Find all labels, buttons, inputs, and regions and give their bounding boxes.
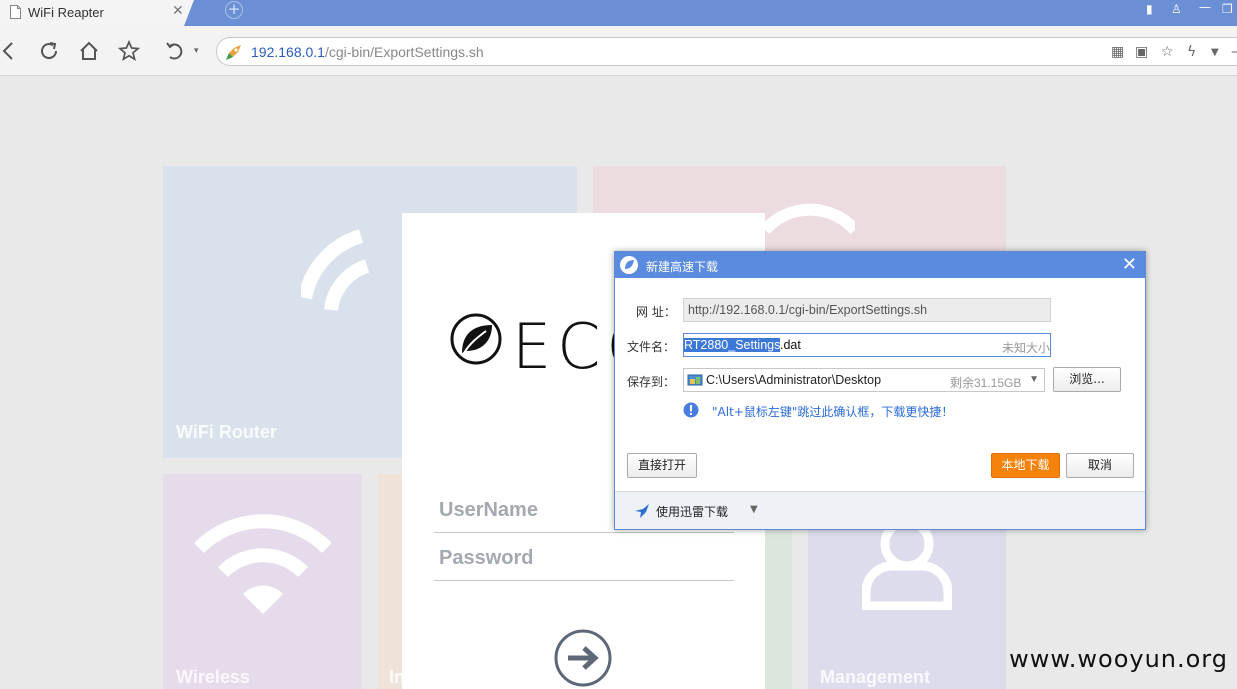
url-text[interactable]: 192.168.0.1/cgi-bin/ExportSettings.sh <box>251 44 484 60</box>
back-icon[interactable] <box>0 40 22 62</box>
address-bar[interactable]: 192.168.0.1/cgi-bin/ExportSettings.sh ▦ … <box>216 37 1237 66</box>
wifi-arc-icon <box>765 203 855 235</box>
free-space-text: 剩余31.15GB <box>950 376 1022 390</box>
xunlei-download-option[interactable]: 使用迅雷下载 <box>656 503 728 520</box>
xunlei-dropdown-icon[interactable]: ▼ <box>750 504 758 515</box>
saveto-dropdown-icon[interactable]: ▼ <box>1029 374 1039 385</box>
skin-icon[interactable]: ▮ <box>1146 2 1153 16</box>
tile-label-wifi-router: WiFi Router <box>176 422 277 442</box>
browse-button[interactable]: 浏览... <box>1053 367 1121 392</box>
password-placeholder: Password <box>439 547 534 569</box>
reader-mode-icon[interactable]: ▣ <box>1135 44 1148 60</box>
undo-icon[interactable] <box>164 40 186 62</box>
tile-label-management: Management <box>820 667 931 687</box>
address-more-icon[interactable]: – <box>1231 44 1237 60</box>
favorite-star-icon[interactable] <box>118 40 140 62</box>
filename-label: 文件名： <box>627 340 676 354</box>
download-url-field: http://192.168.0.1/cgi-bin/ExportSetting… <box>683 298 1051 322</box>
login-arrow-icon[interactable] <box>552 627 614 689</box>
username-placeholder: UserName <box>439 499 538 521</box>
reload-icon[interactable] <box>38 40 60 62</box>
bookmark-star-icon[interactable]: ☆ <box>1161 44 1174 60</box>
eco-leaf-logo-icon <box>450 313 502 365</box>
qr-code-icon[interactable]: ▦ <box>1111 44 1124 60</box>
saveto-path: C:\Users\Administrator\Desktop <box>706 373 882 387</box>
browser-tab[interactable]: WiFi Reapter ✕ <box>0 0 194 26</box>
navigation-toolbar: ▾ 192.168.0.1/cgi-bin/ExportSettings.sh … <box>0 26 1237 76</box>
new-tab-icon[interactable]: + <box>225 1 243 19</box>
page-icon <box>10 5 21 19</box>
desktop-folder-icon <box>687 374 703 386</box>
filename-input[interactable]: RT2880_Settings .dat 未知大小 <box>683 333 1051 357</box>
open-direct-button[interactable]: 直接打开 <box>627 453 697 478</box>
lightning-icon[interactable]: ϟ <box>1187 44 1196 60</box>
saveto-select[interactable]: C:\Users\Administrator\Desktop 剩余31.15GB… <box>683 368 1045 392</box>
home-icon[interactable] <box>78 40 100 62</box>
watermark: www.wooyun.org <box>1009 645 1228 673</box>
download-url-value: http://192.168.0.1/cgi-bin/ExportSetting… <box>688 303 928 317</box>
dialog-close-icon[interactable]: ✕ <box>1122 254 1137 275</box>
dialog-titlebar[interactable]: 新建高速下载 ✕ <box>615 252 1145 278</box>
tile-label-wireless: Wireless <box>176 667 250 687</box>
tab-strip: WiFi Reapter ✕ + ▮ ♙ — ❐ <box>0 0 1237 26</box>
url-label: 网 址： <box>636 305 676 319</box>
filename-extension: .dat <box>780 338 801 352</box>
undo-dropdown-icon[interactable]: ▾ <box>194 46 199 56</box>
browser-logo-icon <box>620 256 638 274</box>
dialog-footer: 使用迅雷下载 ▼ <box>615 491 1145 529</box>
tile-wireless[interactable]: Wireless <box>163 474 362 689</box>
download-dialog: 新建高速下载 ✕ 网 址： http://192.168.0.1/cgi-bin… <box>614 251 1146 530</box>
filesize-text: 未知大小 <box>1001 341 1050 355</box>
saveto-label: 保存到： <box>627 375 676 389</box>
tab-close-icon[interactable]: ✕ <box>172 3 184 19</box>
minimize-icon[interactable]: — <box>1199 0 1211 14</box>
filename-selected-text: RT2880_Settings <box>684 338 781 352</box>
wireless-icon <box>195 514 331 614</box>
info-icon <box>683 402 699 418</box>
local-download-button[interactable]: 本地下载 <box>991 453 1060 478</box>
shirt-icon[interactable]: ♙ <box>1171 2 1182 16</box>
dialog-title: 新建高速下载 <box>646 260 719 274</box>
xunlei-bird-icon <box>635 504 649 518</box>
tab-title: WiFi Reapter <box>28 5 104 20</box>
restore-icon[interactable]: ❐ <box>1222 2 1233 16</box>
shortcut-hint: "Alt+鼠标左键"跳过此确认框，下载更快捷！ <box>712 405 954 419</box>
cancel-button[interactable]: 取消 <box>1066 453 1134 478</box>
address-dropdown-icon[interactable]: ▼ <box>1211 47 1219 58</box>
rocket-icon <box>226 45 241 60</box>
password-field[interactable]: Password <box>434 537 734 581</box>
